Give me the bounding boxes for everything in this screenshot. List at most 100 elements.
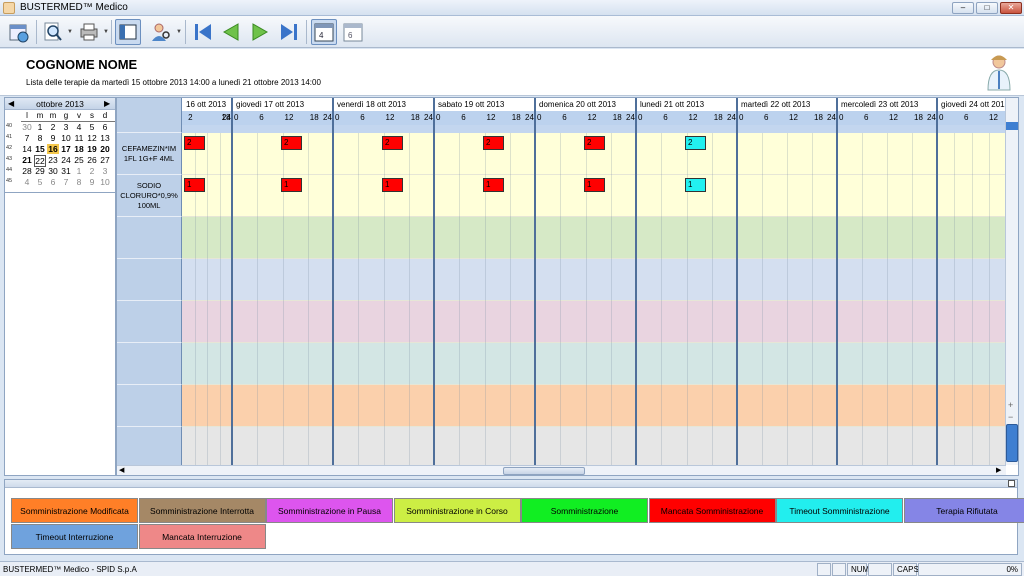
legend-pane: Somministrazione Modificata Somministrazi… — [4, 479, 1024, 555]
printer-dropdown-icon[interactable]: ▼ — [103, 29, 109, 35]
empty-row-header[interactable] — [117, 343, 182, 385]
calendar-day[interactable]: 18 — [73, 144, 85, 154]
calendar-day[interactable]: 28 — [21, 166, 33, 176]
administration-marker[interactable]: 1 — [382, 178, 403, 192]
magnifier-dropdown-icon[interactable]: ▼ — [67, 29, 73, 35]
legend-pin-icon[interactable] — [1008, 480, 1015, 487]
calendar-day[interactable]: 16 — [47, 144, 59, 154]
horizontal-scroll-thumb[interactable] — [503, 467, 585, 475]
calendar-day[interactable]: 10 — [60, 133, 72, 143]
calendar-day[interactable]: 9 — [47, 133, 59, 143]
calendar-day[interactable]: 20 — [99, 144, 111, 154]
next-page-icon[interactable] — [247, 19, 273, 45]
svg-text:4: 4 — [319, 31, 324, 40]
calendar-day[interactable]: 1 — [73, 166, 85, 176]
calendar-day[interactable]: 23 — [47, 155, 59, 165]
hour-label: 18 — [612, 113, 622, 122]
administration-marker[interactable]: 2 — [382, 136, 403, 150]
calendar-day[interactable]: 5 — [34, 177, 46, 187]
empty-row-header[interactable] — [117, 217, 182, 259]
calendar-day[interactable]: 2 — [47, 122, 59, 132]
calendar-day[interactable]: 14 — [21, 144, 33, 154]
administration-marker[interactable]: 1 — [184, 178, 205, 192]
calendar-day[interactable]: 31 — [60, 166, 72, 176]
administration-marker[interactable]: 2 — [584, 136, 605, 150]
empty-row-header[interactable] — [117, 301, 182, 343]
administration-marker[interactable]: 1 — [483, 178, 504, 192]
calendar-day[interactable]: 4 — [21, 177, 33, 187]
calendar-day[interactable]: 17 — [60, 144, 72, 154]
administration-marker[interactable]: 1 — [584, 178, 605, 192]
empty-row-header[interactable] — [117, 385, 182, 427]
calendar-day[interactable]: 29 — [34, 166, 46, 176]
calendar-day[interactable]: 4 — [73, 122, 85, 132]
calendar-week-icon[interactable]: 4 — [311, 19, 337, 45]
empty-row-header[interactable] — [117, 259, 182, 301]
scroll-left-icon[interactable]: ◀ — [119, 466, 124, 474]
next-month-icon[interactable]: ▶ — [104, 99, 110, 108]
calendar-day[interactable]: 24 — [60, 155, 72, 165]
administration-marker[interactable]: 1 — [281, 178, 302, 192]
administration-marker[interactable]: 2 — [184, 136, 205, 150]
calendar-day[interactable]: 19 — [86, 144, 98, 154]
hour-label: 24 — [727, 113, 736, 122]
first-page-icon[interactable] — [190, 19, 216, 45]
therapy-row-header[interactable]: CEFAMEZIN*IM 1FL 1G+F 4ML — [117, 133, 182, 175]
calendar-day[interactable]: 6 — [99, 122, 111, 132]
calendar-day[interactable]: 8 — [34, 133, 46, 143]
calendar-day[interactable]: 15 — [34, 144, 46, 154]
horizontal-scrollbar[interactable]: ◀ ▶ — [117, 465, 1006, 475]
administration-marker[interactable]: 2 — [281, 136, 302, 150]
calendar-day[interactable]: 27 — [99, 155, 111, 165]
zoom-in-icon[interactable]: + — [1008, 400, 1013, 410]
minimize-button[interactable]: – — [952, 2, 974, 14]
calendar-day[interactable]: 7 — [60, 177, 72, 187]
week-number[interactable]: 44 — [6, 167, 12, 173]
calendar-day-icon[interactable]: 6 — [340, 19, 366, 45]
calendar-day[interactable]: 11 — [73, 133, 85, 143]
administration-marker[interactable]: 2 — [483, 136, 504, 150]
week-number[interactable]: 45 — [6, 178, 12, 184]
administration-marker[interactable]: 2 — [685, 136, 706, 150]
calendar-day[interactable]: 6 — [47, 177, 59, 187]
magnifier-icon[interactable] — [40, 19, 66, 45]
calendar-refresh-icon[interactable] — [6, 19, 32, 45]
maximize-button[interactable]: □ — [976, 2, 998, 14]
calendar-day[interactable]: 7 — [21, 133, 33, 143]
calendar-day[interactable]: 9 — [86, 177, 98, 187]
printer-icon[interactable] — [76, 19, 102, 45]
calendar-day[interactable]: 5 — [86, 122, 98, 132]
empty-row-header[interactable] — [117, 427, 182, 469]
zoom-out-icon[interactable]: − — [1008, 412, 1013, 422]
calendar-day[interactable]: 8 — [73, 177, 85, 187]
calendar-day[interactable]: 3 — [60, 122, 72, 132]
calendar-day[interactable]: 1 — [34, 122, 46, 132]
week-number[interactable]: 43 — [6, 156, 12, 162]
administration-marker[interactable]: 1 — [685, 178, 706, 192]
week-number[interactable]: 42 — [6, 145, 12, 151]
calendar-day[interactable]: 30 — [21, 122, 33, 132]
calendar-day[interactable]: 2 — [86, 166, 98, 176]
layout-panel-icon[interactable] — [115, 19, 141, 45]
scroll-right-icon[interactable]: ▶ — [996, 466, 1001, 474]
calendar-day[interactable]: 12 — [86, 133, 98, 143]
calendar-day[interactable]: 30 — [47, 166, 59, 176]
week-number[interactable]: 41 — [6, 134, 12, 140]
weekday-header: m — [36, 111, 44, 120]
user-dropdown-icon[interactable]: ▼ — [176, 29, 182, 35]
calendar-day[interactable]: 21 — [21, 155, 33, 165]
hour-label: 18 — [511, 113, 521, 122]
calendar-day[interactable]: 10 — [99, 177, 111, 187]
week-number[interactable]: 40 — [6, 123, 12, 129]
calendar-day[interactable]: 3 — [99, 166, 111, 176]
therapy-row-header[interactable]: SODIO CLORURO*0,9% 100ML — [117, 175, 182, 217]
calendar-day[interactable]: 26 — [86, 155, 98, 165]
close-button[interactable]: ✕ — [1000, 2, 1022, 14]
vertical-scrollbar[interactable]: + − — [1005, 98, 1018, 465]
last-page-icon[interactable] — [276, 19, 302, 45]
calendar-day[interactable]: 25 — [73, 155, 85, 165]
previous-page-icon[interactable] — [218, 19, 244, 45]
legend-splitter[interactable] — [5, 480, 1017, 488]
calendar-day[interactable]: 13 — [99, 133, 111, 143]
user-search-icon[interactable] — [148, 19, 174, 45]
